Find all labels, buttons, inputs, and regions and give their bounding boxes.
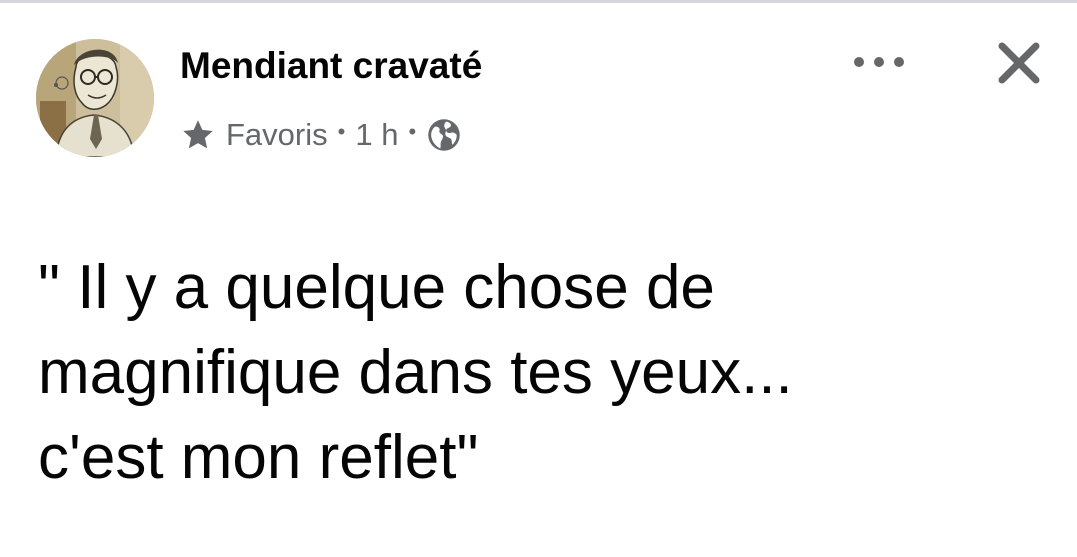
author-name[interactable]: Mendiant cravaté [180,42,482,90]
audience-label[interactable]: Favoris [226,117,328,153]
close-icon [998,42,1040,84]
meta-separator: • [337,119,346,144]
post-card: Mendiant cravaté Favoris • 1 h • " Il y … [0,0,1077,557]
author-avatar[interactable] [36,39,154,157]
meta-separator: • [408,119,417,144]
post-text: " Il y a quelque chose de magnifique dan… [38,245,1038,500]
post-text-line: c'est mon reflet" [38,423,479,492]
globe-icon[interactable] [426,117,462,153]
close-button[interactable] [988,32,1050,94]
post-time[interactable]: 1 h [355,117,398,153]
post-text-line: magnifique dans tes yeux... [38,338,793,407]
post-text-line: " Il y a quelque chose de [38,253,715,322]
more-options-button[interactable] [846,40,912,84]
sketch-portrait-icon [36,39,154,157]
star-icon [183,120,213,149]
more-horizontal-icon [854,57,904,67]
post-meta: Favoris • 1 h • [180,113,462,157]
